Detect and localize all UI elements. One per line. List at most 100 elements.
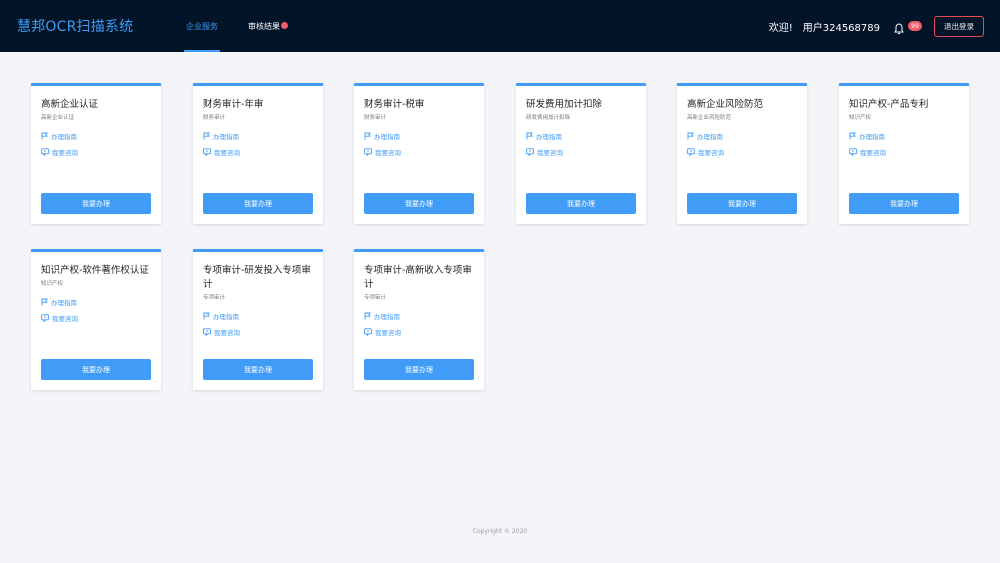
nav-tab-enterprise-services[interactable]: 企业服务	[184, 0, 220, 52]
service-card: 专项审计-高新收入专项审计专项审计办理指南我要咨询我要办理	[354, 249, 484, 390]
chat-icon	[203, 328, 214, 336]
card-title: 知识产权-产品专利	[849, 99, 929, 110]
guide-link[interactable]: 办理指南	[203, 131, 313, 141]
service-card: 知识产权-产品专利知识产权办理指南我要咨询我要办理	[839, 83, 969, 224]
guide-link-label: 办理指南	[51, 299, 77, 307]
nav-tab-review-results[interactable]: 审核结果	[248, 0, 288, 52]
card-links: 办理指南 我要咨询	[203, 131, 313, 157]
user-area: 欢迎! 用户324568789 99 退出登录	[769, 0, 984, 52]
card-title: 专项审计-研发投入专项审计	[203, 265, 311, 290]
guide-link[interactable]: 办理指南	[687, 131, 797, 141]
username-text: 用户324568789	[802, 22, 880, 34]
consult-link-label: 我要咨询	[214, 149, 240, 157]
apply-button[interactable]: 我要办理	[526, 193, 636, 214]
guide-link[interactable]: 办理指南	[849, 131, 959, 141]
card-links: 办理指南 我要咨询	[203, 311, 313, 337]
card-links: 办理指南 我要咨询	[41, 297, 151, 323]
card-title: 高新企业认证	[41, 99, 99, 110]
consult-link-label: 我要咨询	[698, 149, 724, 157]
consult-link[interactable]: 我要咨询	[687, 147, 797, 157]
card-subtitle: 财务审计	[364, 115, 387, 121]
card-subtitle: 财务审计	[203, 115, 226, 121]
guide-link[interactable]: 办理指南	[41, 297, 151, 307]
chat-icon	[41, 148, 52, 156]
logout-button[interactable]: 退出登录	[934, 15, 984, 37]
brand-title: 慧邦OCR扫描系统	[17, 19, 134, 35]
card-title: 知识产权-软件著作权认证	[41, 265, 149, 276]
guide-link-label: 办理指南	[859, 133, 885, 141]
chat-icon	[364, 148, 375, 156]
consult-link[interactable]: 我要咨询	[203, 327, 313, 337]
welcome-text: 欢迎!	[768, 22, 793, 34]
guide-link[interactable]: 办理指南	[364, 131, 474, 141]
consult-link-label: 我要咨询	[860, 149, 886, 157]
service-card: 知识产权-软件著作权认证 知识产权 办理指南 我要咨询 我要办理	[31, 249, 161, 390]
apply-button[interactable]: 我要办理	[687, 193, 797, 214]
card-subtitle: 专项审计	[203, 295, 226, 301]
card-subtitle: 知识产权	[849, 115, 872, 121]
consult-link-label: 我要咨询	[52, 315, 78, 323]
card-title: 财务审计-税审	[364, 99, 425, 110]
consult-link-label: 我要咨询	[537, 149, 563, 157]
guide-link[interactable]: 办理指南	[203, 311, 313, 321]
card-title: 专项审计-高新收入专项审计	[364, 265, 472, 290]
guide-link-label: 办理指南	[697, 133, 723, 141]
card-links: 办理指南 我要咨询	[687, 131, 797, 157]
card-subtitle: 研发费用加计扣除	[526, 115, 571, 121]
card-links: 办理指南我要咨询	[526, 131, 636, 157]
consult-link[interactable]: 我要咨询	[849, 147, 959, 157]
card-links: 办理指南 我要咨询	[849, 131, 959, 157]
apply-button[interactable]: 我要办理	[364, 359, 474, 380]
top-navigation-bar: 慧邦OCR扫描系统 企业服务 审核结果 欢迎! 用户324568789 99 退…	[0, 0, 1000, 52]
consult-link[interactable]: 我要咨询	[41, 147, 151, 157]
nav-tab-label: 企业服务	[186, 21, 218, 31]
service-card: 财务审计-税审财务审计办理指南我要咨询我要办理	[354, 83, 484, 224]
main-nav: 企业服务 审核结果	[184, 0, 288, 52]
guide-link-label: 办理指南	[213, 133, 239, 141]
consult-link[interactable]: 我要咨询	[526, 147, 636, 157]
card-title: 研发费用加计扣除	[526, 99, 603, 110]
flag-icon	[687, 132, 697, 140]
flag-icon	[203, 132, 213, 140]
guide-link[interactable]: 办理指南	[526, 131, 636, 141]
apply-button[interactable]: 我要办理	[364, 193, 474, 214]
chat-icon	[526, 148, 537, 156]
unread-dot-badge	[281, 21, 288, 29]
consult-link-label: 我要咨询	[375, 329, 401, 337]
service-card: 专项审计-研发投入专项审计专项审计办理指南我要咨询我要办理	[193, 249, 323, 390]
consult-link[interactable]: 我要咨询	[41, 313, 151, 323]
consult-link-label: 我要咨询	[375, 149, 401, 157]
consult-link[interactable]: 我要咨询	[203, 147, 313, 157]
consult-link-label: 我要咨询	[52, 149, 78, 157]
card-subtitle: 专项审计	[364, 295, 387, 301]
flag-icon	[41, 298, 51, 306]
card-title: 高新企业风险防范	[687, 99, 764, 110]
guide-link-label: 办理指南	[374, 313, 400, 321]
consult-link[interactable]: 我要咨询	[364, 147, 474, 157]
guide-link-label: 办理指南	[213, 313, 239, 321]
consult-link-label: 我要咨询	[214, 329, 240, 337]
chat-icon	[849, 148, 860, 156]
nav-tab-label: 审核结果	[248, 21, 280, 31]
service-card: 高新企业认证 高新企业认证 办理指南 我要咨询 我要办理	[31, 83, 161, 224]
apply-button[interactable]: 我要办理	[203, 193, 313, 214]
service-card: 高新企业风险防范 高新企业风险防范 办理指南 我要咨询 我要办理	[677, 83, 807, 224]
service-card: 财务审计-年审 财务审计 办理指南 我要咨询 我要办理	[193, 83, 323, 224]
consult-link[interactable]: 我要咨询	[364, 327, 474, 337]
flag-icon	[203, 312, 213, 320]
chat-icon	[203, 148, 214, 156]
guide-link[interactable]: 办理指南	[364, 311, 474, 321]
card-subtitle: 高新企业认证	[41, 115, 75, 121]
card-subtitle: 高新企业风险防范	[687, 115, 732, 121]
chat-icon	[364, 328, 375, 336]
apply-button[interactable]: 我要办理	[203, 359, 313, 380]
apply-button[interactable]: 我要办理	[41, 193, 151, 214]
guide-link[interactable]: 办理指南	[41, 131, 151, 141]
bell-icon[interactable]	[894, 20, 904, 35]
apply-button[interactable]: 我要办理	[849, 193, 959, 214]
flag-icon	[849, 132, 859, 140]
chat-icon	[687, 148, 698, 156]
flag-icon	[526, 132, 536, 140]
service-card: 研发费用加计扣除 研发费用加计扣除 办理指南 我要咨询 我要办理	[516, 83, 646, 224]
apply-button[interactable]: 我要办理	[41, 359, 151, 380]
